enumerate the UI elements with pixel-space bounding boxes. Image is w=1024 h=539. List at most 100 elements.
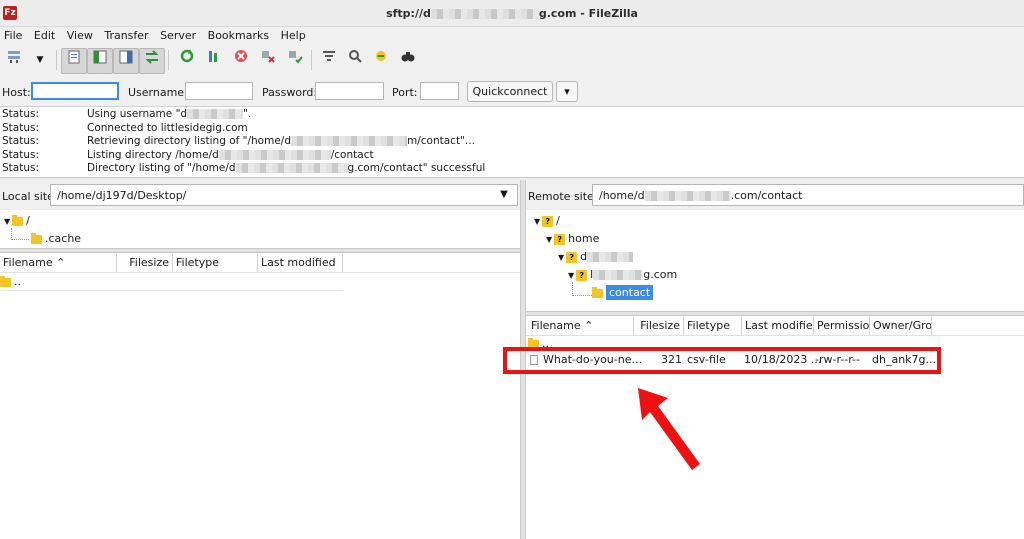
log-key: Status: — [2, 108, 39, 120]
remote-col-filesize[interactable]: Filesize — [634, 317, 684, 335]
remote-col-lastmodified[interactable]: Last modified — [742, 317, 814, 335]
username-label: Username: — [128, 86, 188, 99]
list-item[interactable]: .. — [0, 273, 343, 291]
window-title-prefix: sftp://d — [386, 7, 431, 20]
filter-icon[interactable] — [317, 48, 341, 72]
log-value: Using username "d ". — [87, 108, 252, 120]
process-queue-icon[interactable] — [202, 48, 226, 72]
remote-tree-home[interactable]: ▼? home — [546, 232, 599, 250]
toggle-queue-icon[interactable] — [139, 48, 165, 74]
quickconnect-history-dropdown[interactable]: ▾ — [556, 81, 578, 102]
toggle-log-icon[interactable] — [61, 48, 87, 74]
remote-tree-root[interactable]: ▼? / — [534, 214, 560, 232]
remote-tree-contact[interactable]: contact — [592, 285, 654, 304]
local-tree: ▼ / .cache — [0, 210, 520, 248]
menu-edit[interactable]: Edit — [30, 27, 59, 42]
redacted-text — [644, 191, 731, 201]
local-col-filesize[interactable]: Filesize — [117, 254, 173, 272]
toggle-remote-tree-icon[interactable] — [113, 48, 139, 74]
remote-path-input[interactable]: /home/d .com/contact — [592, 184, 1024, 206]
host-input[interactable] — [31, 82, 119, 100]
remote-col-permission[interactable]: Permission — [814, 317, 870, 335]
local-list-header: Filename ⌃ Filesize Filetype Last modifi… — [0, 254, 520, 273]
window-title-suffix: g.com - FileZilla — [538, 7, 638, 20]
password-label: Password: — [262, 86, 318, 99]
log-value: Directory listing of "/home/d g.com/conta… — [87, 162, 486, 174]
menu-help[interactable]: Help — [277, 27, 310, 42]
remote-col-owner[interactable]: Owner/Grou — [870, 317, 932, 335]
local-col-filename[interactable]: Filename ⌃ — [0, 254, 117, 272]
site-manager-icon[interactable] — [2, 48, 26, 72]
folder-icon — [0, 275, 11, 287]
refresh-icon[interactable] — [175, 48, 199, 72]
find-files-icon[interactable] — [396, 48, 420, 72]
redacted-text — [587, 252, 634, 262]
toggle-local-tree-icon[interactable] — [87, 48, 113, 74]
window-title: sftp://d g.com - FileZilla — [0, 7, 1024, 20]
redacted-text — [235, 163, 348, 173]
log-value: Connected to littlesidegig.com — [87, 122, 248, 134]
log-key: Status: — [2, 135, 39, 147]
toolbar: ▼ — [0, 45, 1024, 75]
remote-list-header: Filename ⌃ Filesize Filetype Last modifi… — [526, 317, 1024, 336]
remote-col-filetype[interactable]: Filetype — [684, 317, 742, 335]
expand-triangle-icon[interactable]: ▼ — [4, 217, 10, 226]
menu-transfer[interactable]: Transfer — [100, 27, 152, 42]
remote-splitter[interactable] — [526, 311, 1024, 316]
port-label: Port: — [392, 86, 418, 99]
disconnect-icon[interactable] — [256, 48, 280, 72]
cancel-icon[interactable] — [229, 48, 253, 72]
reconnect-icon[interactable] — [283, 48, 307, 72]
remote-col-filename[interactable]: Filename ⌃ — [526, 317, 634, 335]
host-label: Host: — [2, 86, 31, 99]
redacted-text — [291, 136, 407, 146]
folder-icon — [592, 286, 603, 298]
menu-file[interactable]: File — [0, 27, 26, 42]
quickconnect-button[interactable]: Quickconnect — [467, 81, 553, 102]
local-tree-root[interactable]: ▼ / — [4, 214, 30, 232]
remote-site-label: Remote site: — [528, 190, 598, 203]
menu-bar: File Edit View Transfer Server Bookmarks… — [0, 27, 1024, 45]
unknown-folder-icon: ? — [576, 269, 588, 281]
redacted-text — [593, 270, 644, 280]
log-value: Listing directory /home/d/contact — [87, 149, 374, 161]
remote-site-bar: Remote site: /home/d .com/contact — [526, 180, 1024, 210]
local-splitter[interactable] — [0, 248, 520, 253]
local-path-dropdown-icon[interactable]: ▼ — [494, 185, 514, 205]
local-col-lastmodified[interactable]: Last modified — [258, 254, 343, 272]
username-input[interactable] — [185, 82, 253, 100]
remote-tree: ▼? / ▼? home ▼? d ▼? l g.com contact — [526, 210, 1024, 312]
local-site-bar: Local site: /home/dj197d/Desktop/ ▼ — [0, 180, 520, 210]
local-col-filetype[interactable]: Filetype — [173, 254, 258, 272]
remote-tree-domain[interactable]: ▼? l g.com — [568, 268, 677, 286]
remote-tree-user[interactable]: ▼? d — [558, 250, 634, 268]
menu-server[interactable]: Server — [156, 27, 200, 42]
folder-icon — [12, 214, 24, 226]
annotation-arrow — [638, 388, 700, 470]
local-pane: Local site: /home/dj197d/Desktop/ ▼ ▼ / .… — [0, 180, 520, 539]
dropdown-arrow-icon[interactable]: ▼ — [28, 48, 52, 72]
password-input[interactable] — [315, 82, 384, 100]
folder-icon — [31, 232, 42, 244]
title-bar: Fz sftp://d g.com - FileZilla — [0, 0, 1024, 27]
redacted-text — [187, 109, 244, 119]
menu-view[interactable]: View — [63, 27, 97, 42]
unknown-folder-icon: ? — [554, 233, 566, 245]
message-log: Status: Using username "d ". Status: Conn… — [0, 107, 1024, 178]
local-path-input[interactable]: /home/dj197d/Desktop/ — [50, 184, 518, 206]
port-input[interactable] — [420, 82, 459, 100]
annotation-highlight-box — [503, 347, 941, 374]
redacted-text — [430, 9, 539, 19]
unknown-folder-icon: ? — [542, 215, 554, 227]
redacted-text — [218, 150, 331, 160]
log-key: Status: — [2, 162, 39, 174]
sync-browse-icon[interactable] — [369, 48, 393, 72]
log-key: Status: — [2, 149, 39, 161]
quickconnect-bar: Host: Username: Password: Port: Quickcon… — [0, 78, 1024, 107]
log-key: Status: — [2, 122, 39, 134]
selected-folder-label: contact — [606, 285, 654, 300]
search-remote-icon[interactable] — [343, 48, 367, 72]
log-value: Retrieving directory listing of "/home/d… — [87, 135, 475, 147]
menu-bookmarks[interactable]: Bookmarks — [204, 27, 273, 42]
unknown-folder-icon: ? — [566, 251, 578, 263]
